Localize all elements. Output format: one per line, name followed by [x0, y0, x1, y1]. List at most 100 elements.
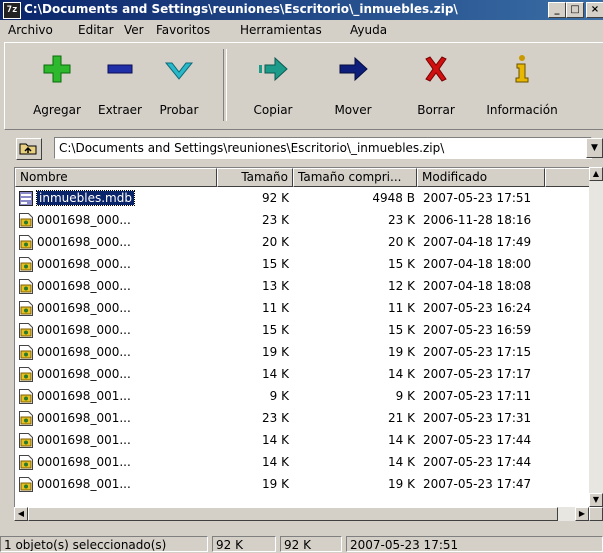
file-size: 15 K	[262, 257, 289, 271]
file-modified-cell: 2007-05-23 17:31	[423, 411, 531, 425]
file-modified-cell: 2007-04-18 18:08	[423, 279, 531, 293]
image-file-icon	[19, 389, 33, 404]
file-size-cell: 23 K	[175, 411, 289, 425]
file-name-cell: 0001698_000...	[37, 279, 131, 293]
file-row[interactable]: 0001698_000... 15 K 15 K 2007-04-18 18:00	[15, 254, 590, 276]
file-size: 23 K	[262, 411, 289, 425]
file-size: 14 K	[262, 433, 289, 447]
file-row[interactable]: 0001698_001... 23 K 21 K 2007-05-23 17:31	[15, 408, 590, 430]
file-packed-size: 15 K	[388, 323, 415, 337]
arrow-up-icon: ▲	[592, 169, 600, 178]
maximize-button[interactable]: □	[566, 2, 584, 18]
scroll-right-button[interactable]: ▶	[575, 507, 589, 521]
column-header-packed-size[interactable]: Tamaño compri...	[293, 168, 417, 187]
file-modified-cell: 2007-05-23 17:17	[423, 367, 531, 381]
file-name: 0001698_001...	[37, 389, 131, 403]
file-row[interactable]: 0001698_000... 20 K 20 K 2007-04-18 17:49	[15, 232, 590, 254]
file-modified: 2007-05-23 17:44	[423, 455, 532, 469]
chevron-down-icon: ▼	[591, 143, 598, 153]
menu-archivo[interactable]: Archivo	[8, 23, 53, 37]
file-modified: 2007-04-18 18:08	[423, 279, 532, 293]
move-button[interactable]: Mover	[321, 47, 385, 125]
menu-herramientas[interactable]: Herramientas	[240, 23, 322, 37]
move-arrow-icon	[339, 56, 368, 82]
file-modified: 2007-05-23 16:24	[423, 301, 532, 315]
checkmark-icon	[164, 62, 194, 80]
file-name: 0001698_000...	[37, 257, 131, 271]
copy-label: Copiar	[253, 103, 293, 117]
file-size-cell: 15 K	[175, 323, 289, 337]
file-name: inmuebles.mdb	[36, 190, 135, 206]
vertical-scrollbar[interactable]: ▲ ▼	[589, 167, 603, 507]
file-size-cell: 11 K	[175, 301, 289, 315]
copy-arrow-icon	[259, 56, 288, 82]
horizontal-scrollbar[interactable]: ◀ ▶	[14, 507, 589, 521]
scroll-up-button[interactable]: ▲	[589, 167, 603, 181]
delete-button[interactable]: Borrar	[407, 47, 465, 125]
minimize-button[interactable]: _	[548, 2, 566, 18]
status-selection: 1 objeto(s) seleccionado(s)	[0, 536, 208, 552]
file-name-cell: 0001698_000...	[37, 345, 131, 359]
file-packed-size: 9 K	[395, 389, 415, 403]
file-modified: 2007-05-23 17:44	[423, 433, 532, 447]
address-dropdown-button[interactable]: ▼	[586, 138, 603, 158]
file-name-cell: 0001698_000...	[37, 323, 131, 337]
status-size: 92 K	[212, 536, 276, 552]
file-modified: 2007-04-18 17:49	[423, 235, 532, 249]
file-name: 0001698_001...	[37, 433, 131, 447]
image-file-icon	[19, 345, 33, 360]
file-packed-size: 4948 B	[372, 191, 415, 205]
file-row[interactable]: 0001698_001... 9 K 9 K 2007-05-23 17:11	[15, 386, 590, 408]
horizontal-scroll-thumb[interactable]	[28, 507, 558, 521]
image-file-icon	[19, 411, 33, 426]
info-button[interactable]: Información	[479, 47, 565, 125]
file-packed-size: 14 K	[388, 455, 415, 469]
image-file-icon	[19, 323, 33, 338]
add-button[interactable]: Agregar	[21, 47, 93, 125]
file-row[interactable]: 0001698_001... 14 K 14 K 2007-05-23 17:44	[15, 430, 590, 452]
scroll-down-button[interactable]: ▼	[589, 493, 603, 507]
menu-editar[interactable]: Editar	[78, 23, 114, 37]
file-row[interactable]: 0001698_000... 11 K 11 K 2007-05-23 16:24	[15, 298, 590, 320]
file-size: 11 K	[262, 301, 289, 315]
close-button[interactable]: ×	[586, 2, 603, 18]
extract-button[interactable]: Extraer	[89, 47, 151, 125]
file-size: 19 K	[262, 477, 289, 491]
file-row[interactable]: 0001698_000... 13 K 12 K 2007-04-18 18:08	[15, 276, 590, 298]
file-packed-size: 20 K	[388, 235, 415, 249]
file-row[interactable]: 0001698_000... 14 K 14 K 2007-05-23 17:17	[15, 364, 590, 386]
file-row[interactable]: 0001698_001... 19 K 19 K 2007-05-23 17:47	[15, 474, 590, 496]
scroll-left-button[interactable]: ◀	[14, 507, 28, 521]
file-row[interactable]: inmuebles.mdb 92 K 4948 B 2007-05-23 17:51	[15, 188, 590, 210]
app-icon: 7z	[3, 2, 21, 19]
file-modified-cell: 2007-05-23 17:44	[423, 433, 531, 447]
file-size-cell: 20 K	[175, 235, 289, 249]
test-button[interactable]: Probar	[151, 47, 207, 125]
window-title: C:\Documents and Settings\reuniones\Escr…	[24, 2, 458, 16]
file-name-cell: 0001698_001...	[37, 411, 131, 425]
file-row[interactable]: 0001698_001... 14 K 14 K 2007-05-23 17:44	[15, 452, 590, 474]
file-row[interactable]: 0001698_000... 23 K 23 K 2006-11-28 18:16	[15, 210, 590, 232]
move-label: Mover	[334, 103, 372, 117]
file-row[interactable]: 0001698_000... 19 K 19 K 2007-05-23 17:15	[15, 342, 590, 364]
file-name: 0001698_000...	[37, 213, 131, 227]
up-folder-button[interactable]	[16, 138, 42, 160]
file-packed-size: 11 K	[388, 301, 415, 315]
image-file-icon	[19, 301, 33, 316]
file-packed-size-cell: 15 K	[293, 323, 415, 337]
menu-ver[interactable]: Ver	[124, 23, 144, 37]
column-header-modified[interactable]: Modificado	[417, 168, 545, 187]
file-name: 0001698_001...	[37, 411, 131, 425]
copy-button[interactable]: Copiar	[241, 47, 305, 125]
image-file-icon	[19, 433, 33, 448]
menu-favoritos[interactable]: Favoritos	[156, 23, 210, 37]
file-row[interactable]: 0001698_000... 15 K 15 K 2007-05-23 16:59	[15, 320, 590, 342]
column-header-size[interactable]: Tamaño	[217, 168, 293, 187]
file-modified-cell: 2007-05-23 16:59	[423, 323, 531, 337]
file-modified: 2007-05-23 17:51	[423, 191, 532, 205]
status-modified: 2007-05-23 17:51	[346, 536, 603, 552]
column-header-name[interactable]: Nombre	[15, 168, 217, 187]
file-size: 9 K	[269, 389, 289, 403]
address-input[interactable]: C:\Documents and Settings\reuniones\Escr…	[54, 137, 592, 159]
menu-ayuda[interactable]: Ayuda	[350, 23, 387, 37]
